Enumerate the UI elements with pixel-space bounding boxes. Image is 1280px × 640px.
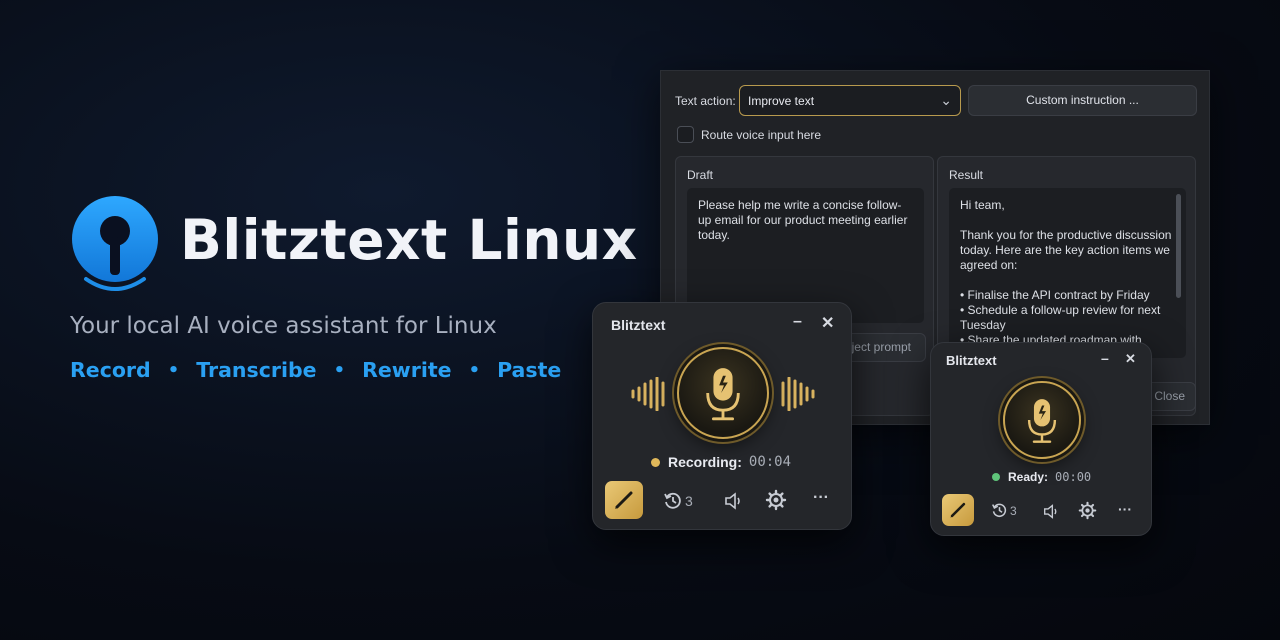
rewrite-tool-button[interactable] bbox=[942, 494, 974, 526]
text-action-value: Improve text bbox=[748, 94, 815, 108]
settings-button[interactable] bbox=[765, 489, 787, 511]
result-intro: Thank you for the productive discussion … bbox=[960, 228, 1172, 272]
history-button[interactable]: 3 bbox=[991, 502, 1017, 519]
waveform-right-icon bbox=[781, 377, 815, 411]
pen-icon bbox=[615, 491, 633, 509]
gear-icon bbox=[1078, 501, 1097, 520]
brand-tagline: Your local AI voice assistant for Linux bbox=[70, 313, 497, 339]
feature-list: Record • Transcribe • Rewrite • Paste bbox=[70, 358, 561, 382]
status-label: Ready: bbox=[1008, 470, 1049, 484]
logo-icon bbox=[72, 196, 158, 291]
record-button[interactable] bbox=[677, 347, 769, 439]
result-textarea[interactable]: Hi team, Thank you for the productive di… bbox=[949, 188, 1186, 358]
recorder-widget-small: Blitztext – ✕ Ready: 00:00 3 ··· bbox=[930, 342, 1152, 536]
recorder-widget-large: Blitztext – ✕ Recording: 00:04 3 ··· bbox=[592, 302, 852, 530]
history-count: 3 bbox=[685, 493, 693, 509]
history-button[interactable]: 3 bbox=[663, 491, 693, 511]
minimize-icon[interactable]: – bbox=[1101, 350, 1109, 366]
result-title: Result bbox=[949, 168, 984, 182]
speaker-button[interactable] bbox=[1042, 503, 1061, 520]
recording-status: Recording: 00:04 bbox=[651, 454, 791, 470]
more-icon: ··· bbox=[1118, 501, 1132, 517]
more-options-button[interactable]: ··· bbox=[813, 489, 829, 507]
app-logo bbox=[70, 195, 160, 295]
result-bullet: • Schedule a follow-up review for next T… bbox=[960, 303, 1161, 332]
bullet-separator: • bbox=[167, 359, 180, 381]
custom-instruction-button[interactable]: Custom instruction ... bbox=[968, 85, 1197, 116]
waveform-left-icon bbox=[631, 377, 665, 411]
gear-icon bbox=[765, 489, 787, 511]
settings-button[interactable] bbox=[1078, 501, 1097, 520]
text-action-label: Text action: bbox=[675, 94, 736, 108]
draft-title: Draft bbox=[687, 168, 714, 182]
speaker-icon bbox=[1044, 504, 1057, 519]
brand-title: Blitztext Linux bbox=[180, 208, 638, 272]
bullet-separator: • bbox=[333, 359, 346, 381]
route-voice-checkbox[interactable] bbox=[677, 126, 694, 143]
status-label: Recording: bbox=[668, 454, 742, 470]
feature-record: Record bbox=[70, 358, 151, 382]
result-greeting: Hi team, bbox=[960, 198, 1005, 212]
feature-transcribe: Transcribe bbox=[196, 358, 317, 382]
status-dot bbox=[651, 457, 660, 467]
speaker-button[interactable] bbox=[723, 491, 745, 511]
result-scrollbar[interactable] bbox=[1176, 194, 1181, 298]
close-icon[interactable]: ✕ bbox=[821, 313, 834, 333]
status-timer: 00:04 bbox=[748, 454, 792, 470]
rewrite-tool-button[interactable] bbox=[605, 481, 643, 519]
route-voice-label: Route voice input here bbox=[701, 128, 822, 142]
history-icon bbox=[992, 503, 1007, 517]
minimize-icon[interactable]: – bbox=[793, 313, 802, 331]
result-bullet: • Finalise the API contract by Friday bbox=[960, 288, 1150, 302]
close-icon[interactable]: ✕ bbox=[1125, 351, 1136, 367]
bullet-separator: • bbox=[468, 359, 481, 381]
microphone-icon bbox=[1027, 399, 1057, 443]
pen-icon bbox=[950, 502, 966, 518]
history-count: 3 bbox=[1010, 503, 1017, 518]
feature-paste: Paste bbox=[497, 358, 562, 382]
widget-title: Blitztext bbox=[946, 353, 997, 368]
history-icon bbox=[664, 492, 681, 509]
speaker-icon bbox=[725, 492, 740, 510]
status-dot bbox=[992, 473, 1000, 481]
widget-title: Blitztext bbox=[611, 317, 666, 333]
more-icon: ··· bbox=[813, 489, 829, 506]
status-timer: 00:00 bbox=[1055, 470, 1092, 484]
microphone-icon bbox=[706, 368, 740, 421]
chevron-down-icon: ⌄ bbox=[940, 92, 952, 108]
ready-status: Ready: 00:00 bbox=[992, 470, 1091, 484]
feature-rewrite: Rewrite bbox=[362, 358, 452, 382]
record-button[interactable] bbox=[1003, 381, 1081, 459]
text-action-select[interactable]: Improve text ⌄ bbox=[739, 85, 961, 116]
more-options-button[interactable]: ··· bbox=[1118, 501, 1132, 517]
